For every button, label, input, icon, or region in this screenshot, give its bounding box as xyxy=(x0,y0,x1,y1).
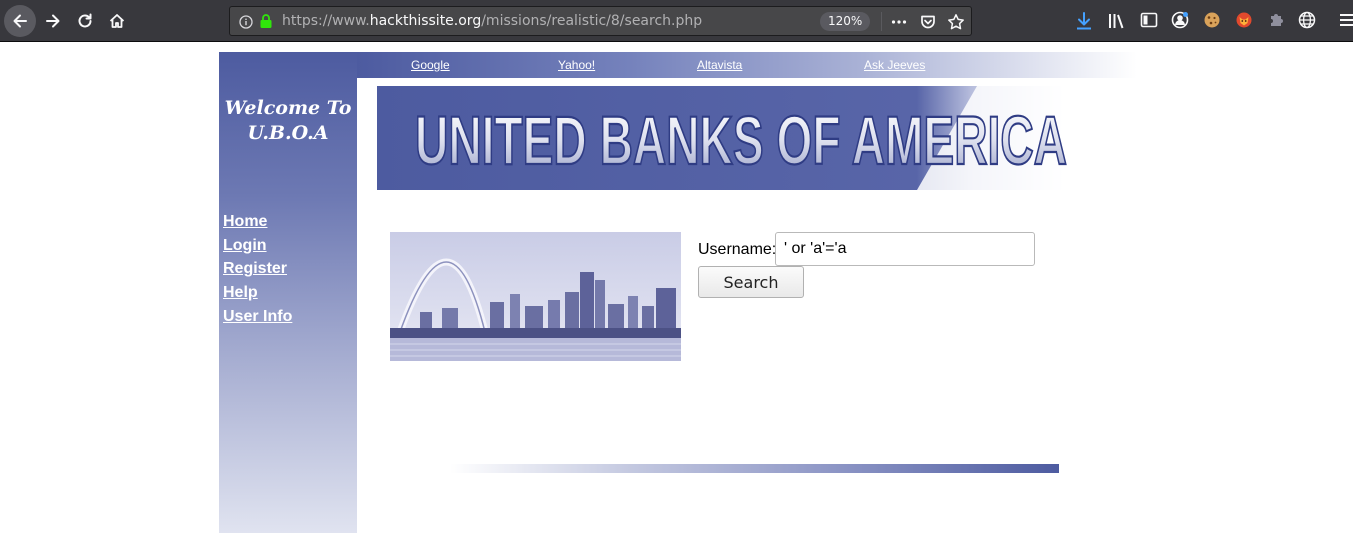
back-button[interactable] xyxy=(4,5,36,37)
pocket-icon[interactable] xyxy=(919,13,937,35)
url-path: /missions/realistic/8/search.php xyxy=(481,13,703,29)
url-separator xyxy=(881,12,882,31)
menu-icon[interactable] xyxy=(1338,11,1353,33)
fox-extension-icon[interactable] xyxy=(1235,11,1253,33)
decorative-gradient-bar xyxy=(450,464,1059,473)
nav-link-altavista[interactable]: Altavista xyxy=(697,58,742,72)
welcome-line-1: Welcome To xyxy=(224,97,352,119)
sidebar-icon[interactable] xyxy=(1140,11,1158,33)
welcome-heading: Welcome To U.B.O.A xyxy=(219,96,357,146)
url-bar[interactable]: https://www.hackthissite.org/missions/re… xyxy=(229,6,972,36)
info-icon[interactable] xyxy=(239,14,253,33)
top-navigation: Google Yahoo! Altavista Ask Jeeves xyxy=(357,52,1137,78)
cookie-extension-icon[interactable] xyxy=(1203,11,1221,33)
sidebar-item-home[interactable]: Home xyxy=(223,210,292,234)
nav-link-yahoo[interactable]: Yahoo! xyxy=(558,58,595,72)
arrow-left-icon xyxy=(13,14,27,28)
banner-title: UNITED BANKS OF AMERICA xyxy=(415,102,1067,179)
bank-banner: UNITED BANKS OF AMERICA xyxy=(377,86,1069,190)
home-icon xyxy=(109,14,125,28)
url-text[interactable]: https://www.hackthissite.org/missions/re… xyxy=(282,13,702,29)
forward-button[interactable] xyxy=(38,6,68,36)
sidebar-item-user-info[interactable]: User Info xyxy=(223,305,292,329)
bookmark-star-icon[interactable] xyxy=(947,13,965,35)
arrow-right-icon xyxy=(46,14,60,28)
sidebar-item-help[interactable]: Help xyxy=(223,281,292,305)
puzzle-extension-icon[interactable] xyxy=(1267,11,1285,33)
city-skyline-image xyxy=(390,232,681,361)
nav-link-ask-jeeves[interactable]: Ask Jeeves xyxy=(864,58,925,72)
sidebar: Welcome To U.B.O.A Home Login Register H… xyxy=(219,52,357,533)
globe-icon[interactable] xyxy=(1298,11,1316,33)
lock-icon[interactable] xyxy=(259,13,273,33)
sidebar-item-register[interactable]: Register xyxy=(223,257,292,281)
url-domain: hackthissite.org xyxy=(369,13,482,29)
nav-link-google[interactable]: Google xyxy=(411,58,450,72)
downloads-icon[interactable] xyxy=(1075,11,1093,35)
username-label: Username: xyxy=(698,241,777,258)
more-actions-icon[interactable] xyxy=(890,13,908,35)
welcome-line-2: U.B.O.A xyxy=(247,122,329,144)
username-input[interactable] xyxy=(775,232,1035,266)
home-button[interactable] xyxy=(102,6,132,36)
url-prefix: https://www. xyxy=(282,13,370,29)
search-button[interactable]: Search xyxy=(698,266,804,298)
zoom-indicator[interactable]: 120% xyxy=(820,12,871,31)
library-icon[interactable] xyxy=(1107,11,1127,35)
account-icon[interactable] xyxy=(1171,11,1189,33)
browser-toolbar: https://www.hackthissite.org/missions/re… xyxy=(0,0,1353,42)
reload-icon xyxy=(78,13,92,28)
reload-button[interactable] xyxy=(70,6,100,36)
sidebar-nav: Home Login Register Help User Info xyxy=(223,210,292,329)
sidebar-item-login[interactable]: Login xyxy=(223,234,292,258)
